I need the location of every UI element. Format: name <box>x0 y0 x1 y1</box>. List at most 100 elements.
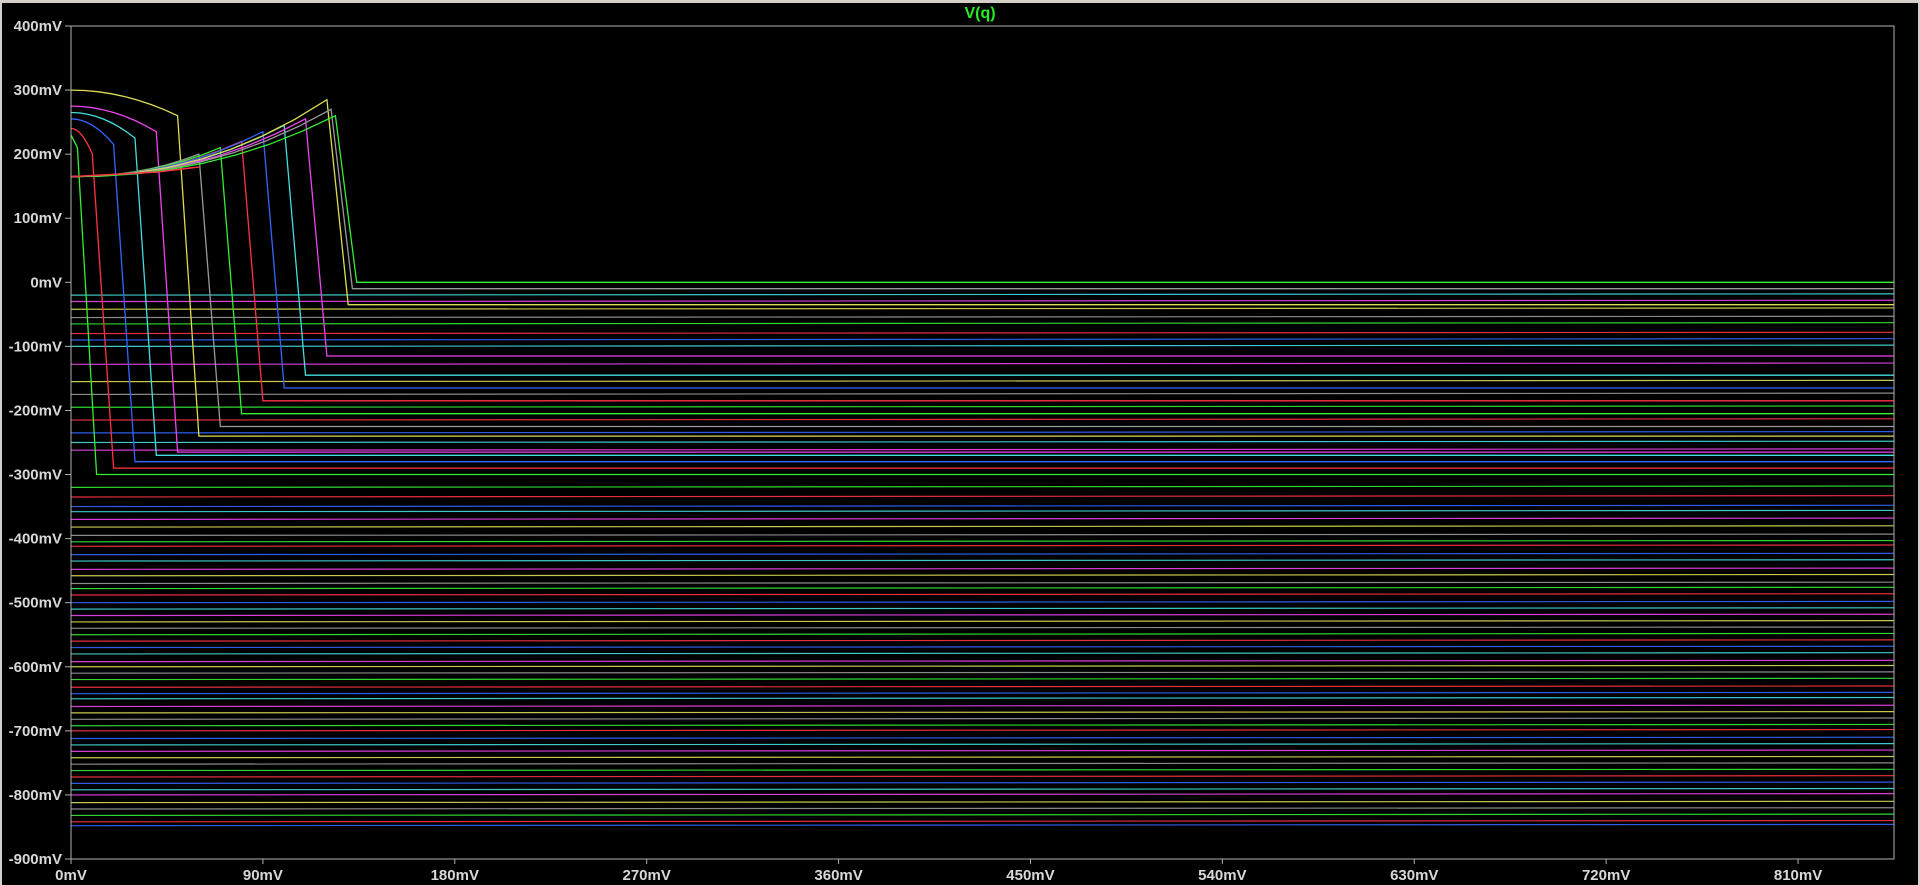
trace-group <box>70 89 1895 827</box>
flat-trace <box>70 677 1895 681</box>
y-tick-label: -800mV <box>9 787 62 804</box>
switching-trace <box>70 117 1894 357</box>
plot-window[interactable]: V(q) 400mV 300mV 200mV 100mV 0mV -100mV -200mV… <box>0 0 1920 885</box>
flat-trace <box>70 717 1895 720</box>
x-tick-label: 630mV <box>1390 867 1438 884</box>
flat-trace <box>70 307 1895 310</box>
flat-trace <box>70 392 1895 396</box>
x-tick-label: 450mV <box>1006 867 1054 884</box>
flat-trace <box>70 299 1895 303</box>
y-tick-label: -300mV <box>9 467 62 484</box>
flat-trace <box>70 723 1895 727</box>
flat-trace <box>70 762 1895 765</box>
flat-trace <box>70 379 1895 383</box>
flat-trace <box>70 509 1895 513</box>
y-tick-label: 200mV <box>14 146 62 163</box>
flat-trace <box>70 362 1895 365</box>
y-tick-label: 0mV <box>30 274 62 291</box>
flat-trace <box>70 586 1895 590</box>
flat-trace <box>70 322 1895 325</box>
x-tick-label: 810mV <box>1774 867 1822 884</box>
flat-trace <box>70 652 1895 655</box>
y-tick-label: -900mV <box>9 851 62 868</box>
flat-trace <box>70 495 1895 498</box>
flat-trace <box>70 552 1895 556</box>
flat-trace <box>70 559 1895 562</box>
axes: 400mV 300mV 200mV 100mV 0mV -100mV -200mV -300m… <box>9 18 1895 884</box>
switching-trace <box>70 130 1894 389</box>
flat-trace <box>70 626 1895 629</box>
trace-title[interactable]: V(q) <box>964 5 995 22</box>
flat-trace <box>70 659 1895 663</box>
chart[interactable]: V(q) 400mV 300mV 200mV 100mV 0mV -100mV -200mV… <box>2 3 1918 885</box>
flat-trace <box>70 600 1895 604</box>
flat-trace <box>70 632 1895 636</box>
flat-trace <box>70 743 1895 746</box>
x-tick-label: 90mV <box>243 867 283 884</box>
switching-trace <box>70 114 1894 283</box>
y-tick-label: 400mV <box>14 18 62 35</box>
flat-trace <box>70 807 1895 810</box>
flat-trace <box>70 691 1895 695</box>
flat-trace <box>70 331 1895 335</box>
flat-trace <box>70 664 1895 668</box>
flat-trace <box>70 405 1895 408</box>
flat-trace <box>70 736 1895 740</box>
x-tick-label: 360mV <box>814 867 862 884</box>
flat-trace <box>70 819 1895 823</box>
switching-trace <box>70 153 1894 428</box>
flat-trace <box>70 645 1895 649</box>
flat-trace <box>70 728 1895 732</box>
flat-trace <box>70 539 1895 543</box>
flat-trace <box>70 573 1895 577</box>
switching-trace <box>70 111 1894 456</box>
x-tick-label: 540mV <box>1198 867 1246 884</box>
flat-trace <box>70 293 1895 296</box>
flat-trace <box>70 755 1895 759</box>
flat-trace <box>70 593 1895 596</box>
flat-trace <box>70 696 1895 700</box>
flat-trace <box>70 344 1895 347</box>
switching-trace <box>70 98 1894 306</box>
flat-trace <box>70 607 1895 610</box>
switching-trace <box>70 127 1894 469</box>
flat-trace <box>70 768 1895 772</box>
flat-trace <box>70 517 1895 520</box>
x-tick-label: 270mV <box>622 867 670 884</box>
flat-trace <box>70 544 1895 547</box>
flat-trace <box>70 567 1895 570</box>
y-tick-label: -600mV <box>9 659 62 676</box>
flat-trace <box>70 813 1895 817</box>
flat-trace <box>70 431 1895 434</box>
y-tick-label: -400mV <box>9 531 62 548</box>
flat-trace <box>70 504 1895 508</box>
y-tick-label: 300mV <box>14 82 62 99</box>
y-tick-label: -700mV <box>9 723 62 740</box>
flat-trace <box>70 620 1895 623</box>
switching-trace <box>70 118 1894 463</box>
flat-trace <box>70 533 1895 537</box>
flat-trace <box>70 704 1895 708</box>
switching-trace <box>70 124 1894 376</box>
flat-trace <box>70 671 1895 674</box>
flat-trace <box>70 787 1895 791</box>
flat-trace <box>70 485 1895 488</box>
flat-trace <box>70 639 1895 642</box>
flat-trace <box>70 685 1895 688</box>
switching-trace <box>70 108 1894 290</box>
flat-trace <box>70 793 1895 796</box>
flat-trace <box>70 800 1895 804</box>
y-tick-label: -200mV <box>9 402 62 419</box>
x-tick-label: 720mV <box>1582 867 1630 884</box>
flat-trace <box>70 338 1895 341</box>
x-tick-label: 0mV <box>55 867 87 884</box>
x-tick-label: 180mV <box>431 867 479 884</box>
flat-trace <box>70 581 1895 585</box>
flat-trace <box>70 613 1895 617</box>
flat-trace <box>70 448 1895 451</box>
flat-trace <box>70 781 1895 784</box>
flat-trace <box>70 418 1895 421</box>
y-tick-label: 100mV <box>14 210 62 227</box>
flat-trace <box>70 823 1895 827</box>
flat-trace <box>70 440 1895 444</box>
